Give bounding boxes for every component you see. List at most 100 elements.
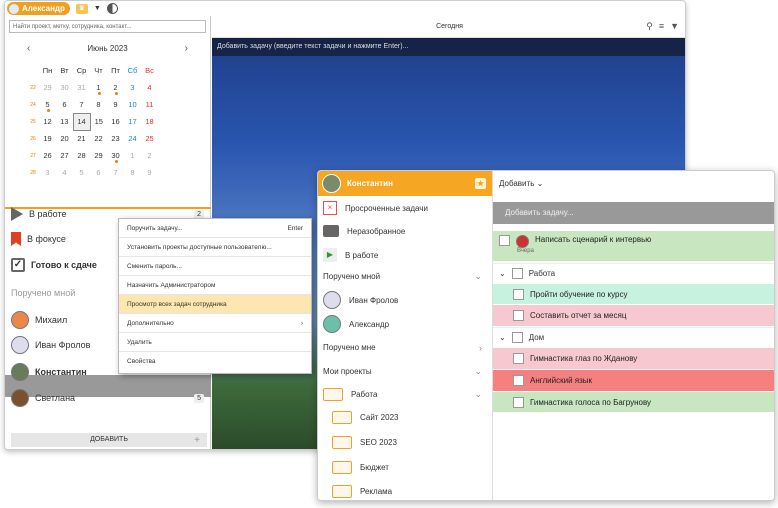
task-row[interactable]: Гимнастика голоса по Багрунову (493, 392, 774, 412)
calendar-day[interactable]: 7 (107, 164, 124, 181)
person-row[interactable]: Иван Фролов (323, 291, 488, 309)
project-folder[interactable]: Бюджет (332, 461, 497, 474)
calendar-day[interactable]: 13 (56, 113, 73, 130)
menu-item-delete[interactable]: Удалить (119, 333, 311, 352)
project-folder[interactable]: Реклама (332, 485, 497, 498)
section-assigned-by-me[interactable]: Поручено мной ⌄ (323, 271, 488, 281)
calendar-day[interactable]: 1 (124, 147, 141, 164)
search-icon[interactable]: ⚲ (646, 21, 653, 32)
task-row[interactable]: Составить отчет за месяц (493, 305, 774, 326)
calendar-day[interactable]: 12 (39, 113, 56, 130)
add-task-input[interactable]: Добавить задачу (введите текст задачи и … (212, 38, 685, 56)
group-header[interactable]: ⌄ Работа (493, 263, 774, 283)
calendar-day[interactable]: 19 (39, 130, 56, 147)
person-row[interactable]: Александр (323, 315, 488, 333)
menu-item-assign-task[interactable]: Поручить задачу... Enter (119, 219, 311, 238)
project-folder[interactable]: Работа ⌄ (323, 388, 488, 401)
group-checkbox[interactable] (511, 332, 523, 343)
menu-item-set-projects[interactable]: Установить проекты доступные пользовател… (119, 238, 311, 257)
task-row[interactable]: Написать сценарий к интервью Вчера (493, 231, 774, 261)
search-input[interactable]: Найти проект, метку, сотрудника, контакт… (9, 20, 206, 33)
crown-icon[interactable]: ♛ (75, 3, 88, 14)
prev-month-icon[interactable]: ‹ (27, 43, 30, 54)
calendar-day-today[interactable]: 14 (72, 112, 91, 131)
project-folder[interactable]: Сайт 2023 (332, 411, 497, 424)
calendar-day[interactable]: 9 (141, 164, 158, 181)
calendar-day[interactable]: 4 (141, 79, 158, 96)
calendar-day[interactable]: 22 (90, 130, 107, 147)
menu-item-make-admin[interactable]: Назначить Администратором (119, 276, 311, 295)
calendar-day[interactable]: 5 (73, 164, 90, 181)
nav-overdue[interactable]: × Просроченные задачи (323, 201, 488, 215)
calendar-day[interactable]: 3 (39, 164, 56, 181)
calendar-day[interactable]: 31 (73, 79, 90, 96)
theme-toggle-icon[interactable] (106, 3, 118, 14)
calendar-day[interactable]: 6 (90, 164, 107, 181)
task-row[interactable]: Гимнастика глаз по Жданову (493, 348, 774, 369)
calendar-day[interactable]: 4 (56, 164, 73, 181)
task-row[interactable]: Английский язык (493, 370, 774, 391)
task-checkbox[interactable] (513, 396, 524, 408)
sort-icon[interactable]: ≡ (659, 21, 664, 32)
calendar-day[interactable]: 8 (90, 96, 107, 113)
calendar-day[interactable]: 5 (39, 96, 56, 113)
group-checkbox[interactable] (511, 268, 523, 279)
person-row[interactable]: Светлана 5 (11, 389, 206, 407)
add-task-input[interactable]: Добавить задачу... (493, 202, 774, 224)
menu-item-view-all-tasks[interactable]: Просмотр всех задач сотрудника (119, 295, 311, 314)
next-month-icon[interactable]: › (185, 43, 188, 54)
add-menu[interactable]: Добавить ⌄ (493, 171, 774, 196)
nav-unsorted[interactable]: Неразобранное (323, 225, 488, 237)
task-checkbox[interactable] (513, 288, 524, 300)
user-header[interactable]: Константин ★ (318, 171, 492, 196)
week-number: 28 (30, 169, 36, 176)
task-checkbox[interactable] (513, 310, 524, 321)
calendar-day[interactable]: 29 (90, 147, 107, 164)
menu-item-change-password[interactable]: Сменить пароль... (119, 257, 311, 276)
plus-icon[interactable]: + (194, 435, 200, 446)
calendar-day[interactable]: 7 (73, 96, 90, 113)
calendar-day[interactable]: 20 (56, 130, 73, 147)
calendar-day[interactable]: 17 (124, 113, 141, 130)
calendar-day[interactable]: 24 (124, 130, 141, 147)
calendar-day[interactable]: 8 (124, 164, 141, 181)
section-my-projects[interactable]: Мои проекты ⌄ (323, 366, 488, 376)
calendar-day[interactable]: 11 (141, 96, 158, 113)
calendar-day[interactable]: 23 (107, 130, 124, 147)
star-icon[interactable]: ★ (475, 178, 486, 189)
calendar-day[interactable]: 16 (107, 113, 124, 130)
calendar-day[interactable]: 2 (107, 79, 124, 96)
group-header[interactable]: ⌄ Дом (493, 327, 774, 347)
chevron-down-icon: ⌄ (536, 179, 544, 188)
calendar-day[interactable]: 28 (73, 147, 90, 164)
add-button[interactable]: ДОБАВИТЬ (11, 433, 207, 447)
calendar-day[interactable]: 26 (39, 147, 56, 164)
calendar-day[interactable]: 6 (56, 96, 73, 113)
filter-icon[interactable]: ▼ (670, 21, 679, 32)
section-assigned-to-me[interactable]: Поручено мне › (323, 343, 488, 353)
calendar-day[interactable]: 3 (124, 79, 141, 96)
menu-item-properties[interactable]: Свойства (119, 352, 311, 371)
calendar-day[interactable]: 1 (90, 79, 107, 96)
task-checkbox[interactable] (513, 353, 524, 364)
calendar-day[interactable]: 25 (141, 130, 158, 147)
calendar-day[interactable]: 15 (90, 113, 107, 130)
task-row[interactable]: Пройти обучение по курсу (493, 284, 774, 304)
calendar-day[interactable]: 30 (56, 79, 73, 96)
calendar-day[interactable]: 21 (73, 130, 90, 147)
calendar-day[interactable]: 10 (124, 96, 141, 113)
task-checkbox[interactable] (499, 235, 510, 246)
calendar-day[interactable]: 2 (141, 147, 158, 164)
calendar-day[interactable]: 18 (141, 113, 158, 130)
calendar-day[interactable]: 30 (107, 147, 124, 164)
chevron-down-icon[interactable]: ▼ (94, 5, 101, 12)
user-menu-button[interactable]: Александр (7, 2, 70, 15)
calendar-day[interactable]: 27 (56, 147, 73, 164)
menu-item-more[interactable]: Дополнительно › (119, 314, 311, 333)
calendar-day[interactable]: 29 (39, 79, 56, 96)
task-checkbox[interactable] (513, 375, 524, 386)
calendar-day[interactable]: 9 (107, 96, 124, 113)
nav-in-work[interactable]: ▶ В работе (323, 248, 488, 262)
week-number: 24 (30, 101, 36, 108)
project-folder[interactable]: SEO 2023 (332, 436, 497, 449)
